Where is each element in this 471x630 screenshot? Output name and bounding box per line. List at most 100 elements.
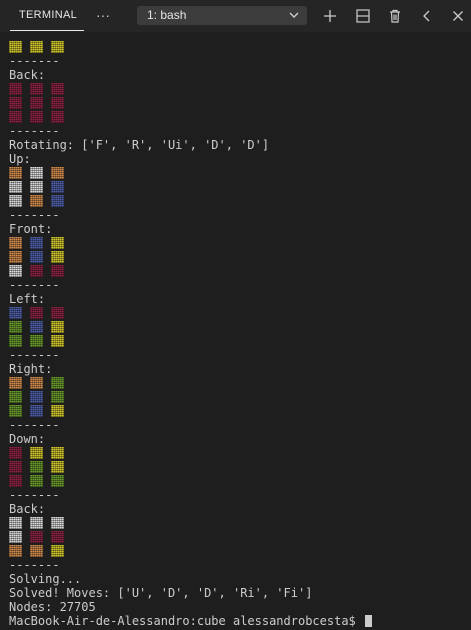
terminal-line: ------- [9, 488, 469, 502]
cube-sticker [30, 265, 43, 277]
terminal-line: ------- [9, 124, 469, 138]
cube-sticker [30, 97, 43, 109]
tab-terminal[interactable]: TERMINAL [19, 9, 77, 21]
cube-sticker [30, 391, 43, 403]
cube-sticker [51, 405, 64, 417]
cube-sticker [30, 111, 43, 123]
terminal-line-text: Right: [9, 362, 53, 376]
terminal-line: ------- [9, 54, 469, 68]
terminal-line: Front: [9, 222, 469, 236]
cube-sticker [9, 251, 22, 263]
cube-sticker [30, 545, 43, 557]
terminal-line: Nodes: 27705 [9, 600, 469, 614]
terminal-output[interactable]: ------- Back: ------- Rotating: ['F', 'R', … [9, 40, 469, 628]
plus-icon[interactable] [322, 8, 338, 24]
cube-sticker [30, 447, 43, 459]
cube-sticker [30, 195, 43, 207]
cube-sticker [9, 307, 22, 319]
cube-row [9, 544, 469, 558]
cube-sticker [30, 41, 43, 53]
cube-sticker [51, 545, 64, 557]
cube-row [9, 166, 469, 180]
terminal-line-text: ------- [9, 54, 60, 68]
terminal-line: Down: [9, 432, 469, 446]
cube-sticker [9, 195, 22, 207]
chevron-left-icon[interactable] [419, 8, 435, 24]
cube-sticker [30, 237, 43, 249]
cube-sticker [51, 335, 64, 347]
terminal-line-text: ------- [9, 418, 60, 432]
panel-header: TERMINAL ··· 1: bash [0, 0, 471, 32]
more-actions-icon[interactable]: ··· [94, 7, 112, 23]
cube-sticker [51, 167, 64, 179]
terminal-select-value: 1: bash [147, 8, 187, 22]
terminal-line: Left: [9, 292, 469, 306]
cube-sticker [30, 181, 43, 193]
terminal-line: ------- [9, 418, 469, 432]
cube-sticker [51, 97, 64, 109]
terminal-line-text: Nodes: 27705 [9, 600, 96, 614]
cube-row [9, 376, 469, 390]
cube-sticker [9, 167, 22, 179]
cube-row [9, 306, 469, 320]
cube-sticker [51, 307, 64, 319]
cube-sticker [9, 531, 22, 543]
cube-sticker [51, 237, 64, 249]
terminal-line-text: Back: [9, 502, 46, 516]
cube-sticker [30, 531, 43, 543]
cube-sticker [51, 251, 64, 263]
cube-sticker [9, 335, 22, 347]
cube-row [9, 82, 469, 96]
terminal-line: ------- [9, 208, 469, 222]
cube-row [9, 96, 469, 110]
cube-sticker [51, 461, 64, 473]
cube-sticker [51, 377, 64, 389]
cube-row [9, 390, 469, 404]
cube-sticker [30, 335, 43, 347]
terminal-line-text: Solved! Moves: ['U', 'D', 'D', 'Ri', 'Fi… [9, 586, 313, 600]
cube-sticker [9, 265, 22, 277]
cube-row [9, 110, 469, 124]
terminal-line-text: Left: [9, 292, 46, 306]
terminal-line: ------- [9, 558, 469, 572]
cube-sticker [51, 111, 64, 123]
cube-row [9, 474, 469, 488]
close-icon[interactable] [450, 8, 466, 24]
terminal-line-text: ------- [9, 348, 60, 362]
cube-sticker [51, 531, 64, 543]
cube-sticker [30, 307, 43, 319]
terminal-line-text: Back: [9, 68, 46, 82]
cube-sticker [51, 475, 64, 487]
cube-row [9, 180, 469, 194]
cube-row [9, 460, 469, 474]
terminal-line-text: ------- [9, 124, 60, 138]
cube-sticker [9, 391, 22, 403]
cube-sticker [9, 545, 22, 557]
terminal-line-text: Front: [9, 222, 53, 236]
shell-prompt: MacBook-Air-de-Alessandro:cube alessandr… [9, 614, 469, 628]
cube-sticker [9, 181, 22, 193]
terminal-line: Up: [9, 152, 469, 166]
cube-sticker [51, 41, 64, 53]
cube-sticker [9, 97, 22, 109]
cube-sticker [30, 405, 43, 417]
trash-icon[interactable] [387, 8, 403, 24]
cube-sticker [30, 167, 43, 179]
cube-sticker [51, 181, 64, 193]
cube-sticker [51, 265, 64, 277]
cube-row [9, 530, 469, 544]
terminal-line-text: Solving... [9, 572, 82, 586]
terminal-select[interactable]: 1: bash [137, 6, 307, 25]
cube-row [9, 334, 469, 348]
terminal-line: ------- [9, 278, 469, 292]
cube-row [9, 194, 469, 208]
cube-sticker [51, 391, 64, 403]
cube-sticker [30, 377, 43, 389]
cube-sticker [30, 461, 43, 473]
cube-sticker [9, 405, 22, 417]
split-icon[interactable] [355, 8, 371, 24]
terminal-line-text: ------- [9, 488, 60, 502]
cube-row [9, 264, 469, 278]
active-tab-indicator [10, 30, 84, 31]
cube-row [9, 250, 469, 264]
